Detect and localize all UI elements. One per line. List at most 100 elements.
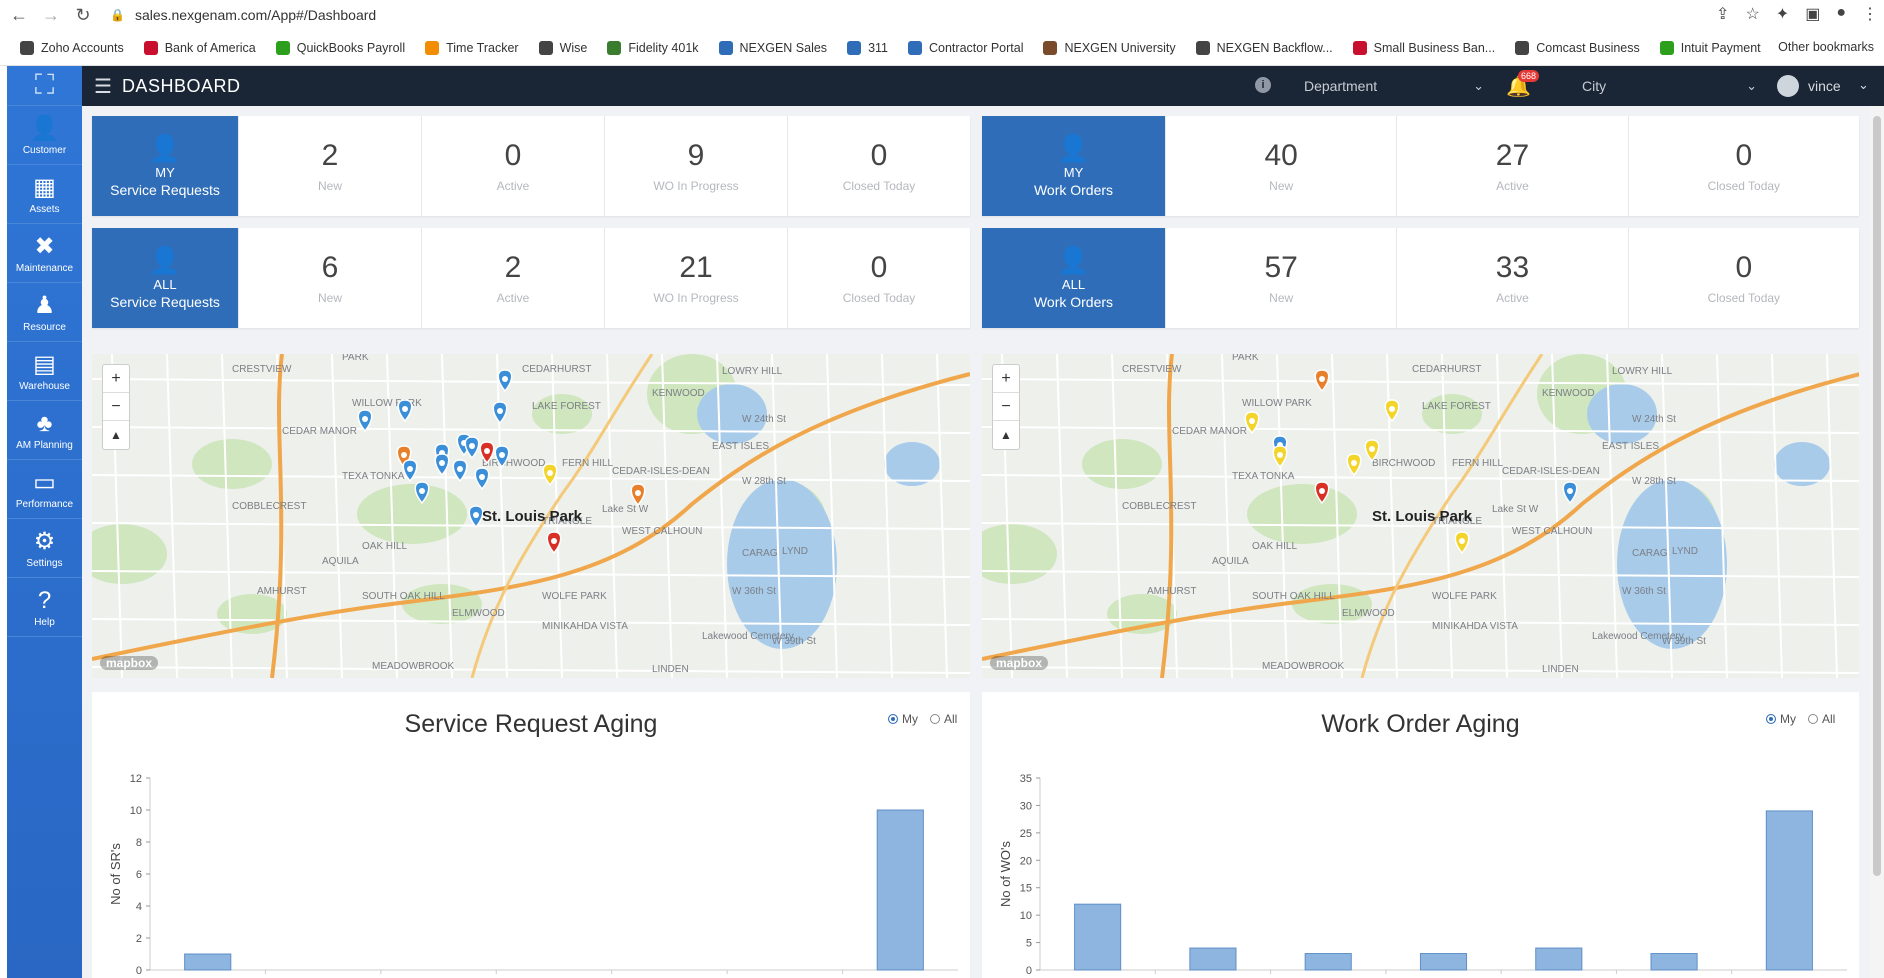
sidebar-icon[interactable]: ▣ <box>1805 4 1820 24</box>
chevron-down-icon[interactable]: ⌄ <box>1858 77 1869 93</box>
address-bar[interactable]: 🔒 sales.nexgenam.com/App#/Dashboard <box>110 7 376 23</box>
sidebar-item-warehouse[interactable]: ▤ Warehouse <box>7 342 82 401</box>
avatar[interactable] <box>1777 75 1799 97</box>
my-wo-tile[interactable]: 👤 MY Work Orders <box>982 116 1165 216</box>
menu-icon[interactable]: ⋮ <box>1862 4 1878 24</box>
lake <box>884 442 940 486</box>
work-order-map[interactable]: CRESTVIEW PARK CEDARHURST LOWRY HILL KENWOOD… <box>982 354 1859 678</box>
map-label: CARAG <box>1632 548 1668 559</box>
map-label: LOWRY HILL <box>1612 366 1673 377</box>
mapbox-attribution[interactable]: mapbox <box>990 656 1049 670</box>
stat-wo-in-progress[interactable]: 9 WO In Progress <box>604 116 787 216</box>
y-tick-label: 0 <box>1026 965 1032 977</box>
service-request-map[interactable]: CRESTVIEW PARK CEDARHURST LOWRY HILL KENWOOD… <box>92 354 970 678</box>
stat-closed-today[interactable]: 0 Closed Today <box>787 228 970 328</box>
bookmark-item[interactable]: Zoho Accounts <box>20 40 124 55</box>
bookmark-item[interactable]: Intuit Payment <box>1659 40 1761 55</box>
chevron-down-icon: ⌄ <box>1746 78 1757 93</box>
my-work-orders-row: 👤 MY Work Orders 40 New 27 Active 0 Closed Today <box>982 116 1859 216</box>
scrollbar-thumb[interactable] <box>1873 116 1881 876</box>
stat-new[interactable]: 40 New <box>1165 116 1396 216</box>
stat-value: 57 <box>1264 251 1298 284</box>
stat-active[interactable]: 2 Active <box>421 228 604 328</box>
other-bookmarks[interactable]: Other bookmarks <box>1778 40 1874 54</box>
forward-icon[interactable]: → <box>38 2 64 28</box>
bar[interactable] <box>184 953 232 971</box>
bar[interactable] <box>1189 947 1237 971</box>
compass-button[interactable]: ▲ <box>993 421 1019 449</box>
stat-new[interactable]: 57 New <box>1165 228 1396 328</box>
back-icon[interactable]: ← <box>6 2 32 28</box>
sidebar-item-settings[interactable]: ⚙ Settings <box>7 519 82 578</box>
department-select[interactable]: Department ⌄ <box>1304 66 1484 106</box>
app-logo-icon[interactable]: ⛶ <box>7 66 82 106</box>
stat-closed-today[interactable]: 0 Closed Today <box>1627 228 1859 328</box>
hamburger-menu-icon[interactable]: ☰ <box>94 74 112 99</box>
stat-active[interactable]: 0 Active <box>421 116 604 216</box>
star-icon[interactable]: ☆ <box>1745 4 1759 24</box>
stat-label: Active <box>496 179 530 193</box>
share-icon[interactable]: ⇪ <box>1716 4 1729 24</box>
bookmark-label: 311 <box>868 40 888 55</box>
bar[interactable] <box>1650 953 1698 971</box>
bookmark-item[interactable]: Time Tracker <box>425 40 519 55</box>
stat-active[interactable]: 33 Active <box>1396 228 1627 328</box>
extensions-icon[interactable]: ✦ <box>1776 4 1789 24</box>
bookmark-item[interactable]: Fidelity 401k <box>607 40 699 55</box>
sidebar-item-assets[interactable]: ▦ Assets <box>7 165 82 224</box>
stat-new[interactable]: 2 New <box>238 116 421 216</box>
stat-wo-in-progress[interactable]: 21 WO In Progress <box>604 228 787 328</box>
info-icon[interactable]: i <box>1255 77 1271 93</box>
zoom-out-button[interactable]: − <box>103 393 129 421</box>
zoom-out-button[interactable]: − <box>993 393 1019 421</box>
bookmark-item[interactable]: NEXGEN Backflow... <box>1195 40 1333 55</box>
city-select[interactable]: City ⌄ <box>1582 66 1757 106</box>
stat-active[interactable]: 27 Active <box>1396 116 1627 216</box>
bar[interactable] <box>1074 903 1122 971</box>
bar[interactable] <box>1535 947 1583 971</box>
mapbox-attribution[interactable]: mapbox <box>100 656 159 670</box>
bookmark-item[interactable]: NEXGEN University <box>1043 40 1176 55</box>
sidebar-item-help[interactable]: ? Help <box>7 578 82 637</box>
sidebar-item-customer[interactable]: 👤 Customer <box>7 106 82 165</box>
sidebar-item-maintenance[interactable]: ✖ Maintenance <box>7 224 82 283</box>
bookmark-item[interactable]: Bank of America <box>143 40 256 55</box>
my-sr-tile[interactable]: 👤 MY Service Requests <box>92 116 238 216</box>
bookmark-icon <box>1195 40 1210 55</box>
bookmark-label: Wise <box>559 40 588 55</box>
compass-button[interactable]: ▲ <box>103 421 129 449</box>
map-label: WILLOW PARK <box>1242 398 1312 409</box>
bookmark-item[interactable]: Comcast Business <box>1515 40 1640 55</box>
user-name[interactable]: vince <box>1808 66 1841 106</box>
zoom-in-button[interactable]: + <box>993 365 1019 393</box>
bookmark-item[interactable]: 311 <box>847 40 888 55</box>
bar-chart: 0 5 10 15 20 25 30 35 No of WO's <box>998 773 1847 977</box>
bar[interactable] <box>1419 953 1468 971</box>
all-sr-tile[interactable]: 👤 ALL Service Requests <box>92 228 238 328</box>
stat-closed-today[interactable]: 0 Closed Today <box>787 116 970 216</box>
bookmark-item[interactable]: QuickBooks Payroll <box>275 40 405 55</box>
map-label: AMHURST <box>1147 586 1196 597</box>
zoom-in-button[interactable]: + <box>103 365 129 393</box>
bookmark-label: NEXGEN Sales <box>739 40 828 55</box>
map-label: MINIKAHDA VISTA <box>542 621 628 632</box>
bar[interactable] <box>876 809 924 971</box>
profile-icon[interactable]: ● <box>1836 4 1846 24</box>
bookmark-item[interactable]: NEXGEN Sales <box>718 40 828 55</box>
bookmark-item[interactable]: Small Business Ban... <box>1352 40 1495 55</box>
bookmark-item[interactable]: Contractor Portal <box>908 40 1023 55</box>
y-tick-label: 10 <box>1020 910 1032 922</box>
page-scrollbar[interactable] <box>1870 106 1884 978</box>
all-wo-tile[interactable]: 👤 ALL Work Orders <box>982 228 1165 328</box>
bookmark-item[interactable]: Wise <box>538 40 588 55</box>
stat-new[interactable]: 6 New <box>238 228 421 328</box>
bar[interactable] <box>1304 953 1352 971</box>
sidebar-item-performance[interactable]: ▭ Performance <box>7 460 82 519</box>
sidebar-item-resource[interactable]: ♟ Resource <box>7 283 82 342</box>
sidebar-item-am-planning[interactable]: ♣ AM Planning <box>7 401 82 460</box>
stat-closed-today[interactable]: 0 Closed Today <box>1627 116 1859 216</box>
bar[interactable] <box>1765 810 1813 971</box>
tile-title: Work Orders <box>1033 293 1114 310</box>
reload-icon[interactable]: ↻ <box>70 2 96 28</box>
assets-icon: ▦ <box>33 173 56 201</box>
